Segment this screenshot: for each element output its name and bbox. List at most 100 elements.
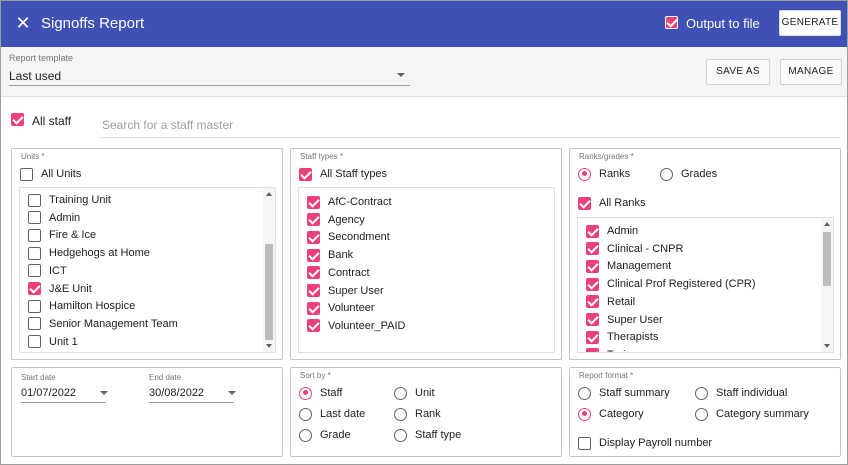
list-item-checkbox[interactable] [586, 224, 599, 238]
list-item[interactable]: Super User [307, 283, 384, 299]
sort-radio[interactable] [299, 428, 312, 442]
list-item-checkbox[interactable] [28, 299, 41, 313]
template-select[interactable]: Last used [9, 69, 61, 83]
list-item-checkbox[interactable] [28, 193, 41, 207]
sort-radio[interactable] [299, 386, 312, 400]
start-date-input[interactable]: 01/07/2022 [21, 387, 76, 399]
grades-radio-row[interactable]: Grades [660, 166, 717, 182]
sort-radio[interactable] [394, 428, 407, 442]
all-units-checkbox[interactable] [20, 167, 33, 181]
list-item-checkbox[interactable] [586, 242, 599, 256]
list-item[interactable]: Volunteer_PAID [307, 318, 405, 334]
end-date-caret-icon[interactable] [228, 391, 236, 395]
list-item-checkbox[interactable] [586, 313, 599, 326]
scroll-up-icon[interactable] [824, 222, 830, 226]
format-radio[interactable] [578, 386, 591, 400]
format-radio[interactable] [578, 407, 591, 421]
list-item[interactable]: Senior Management Team [28, 316, 178, 332]
list-item-checkbox[interactable] [586, 259, 599, 273]
all-staff-checkbox[interactable] [11, 113, 24, 127]
list-item-checkbox[interactable] [28, 335, 41, 349]
list-item[interactable]: Unit 1 [28, 334, 78, 350]
sort-radio[interactable] [394, 407, 407, 421]
units-scrollbar[interactable] [263, 188, 275, 352]
format-option[interactable]: Staff individual [695, 385, 787, 401]
list-item[interactable]: Trainees [586, 347, 649, 352]
sort-option[interactable]: Last date [299, 406, 365, 422]
all-staff-types-row[interactable]: All Staff types [299, 166, 387, 182]
format-radio[interactable] [695, 407, 708, 421]
manage-button[interactable]: MANAGE [780, 59, 842, 85]
format-radio[interactable] [695, 386, 708, 400]
list-item[interactable]: Fire & Ice [28, 227, 96, 243]
list-item-checkbox[interactable] [307, 301, 320, 315]
start-date-caret-icon[interactable] [100, 391, 108, 395]
list-item-checkbox[interactable] [28, 282, 41, 295]
units-list[interactable]: Training Unit Admin Fire & Ice Hedgehogs at… [19, 187, 276, 353]
list-item-checkbox[interactable] [28, 264, 41, 278]
list-item-checkbox[interactable] [586, 348, 599, 352]
list-item[interactable]: Training Unit [28, 192, 111, 208]
all-ranks-row[interactable]: All Ranks [578, 195, 645, 211]
list-item-checkbox[interactable] [307, 248, 320, 262]
list-item[interactable]: Therapists [586, 329, 658, 345]
list-item-checkbox[interactable] [28, 246, 41, 260]
sort-option[interactable]: Rank [394, 406, 441, 422]
list-item[interactable]: J&E Unit [28, 281, 92, 297]
list-item-checkbox[interactable] [307, 266, 320, 280]
ranks-list[interactable]: Admin Clinical - CNPR Management Clinical P… [577, 217, 834, 353]
list-item[interactable]: Hamilton Hospice [28, 298, 135, 314]
list-item-checkbox[interactable] [28, 317, 41, 331]
save-as-button[interactable]: SAVE AS [706, 59, 770, 85]
list-item-checkbox[interactable] [307, 319, 320, 333]
sort-radio[interactable] [394, 386, 407, 400]
format-option[interactable]: Category summary [695, 406, 809, 422]
scroll-up-icon[interactable] [266, 192, 272, 196]
format-option[interactable]: Staff summary [578, 385, 670, 401]
list-item[interactable]: Management [586, 258, 671, 274]
ranks-radio[interactable] [578, 167, 591, 181]
ranks-radio-row[interactable]: Ranks [578, 166, 630, 182]
all-ranks-checkbox[interactable] [578, 196, 591, 210]
staff-master-search-input[interactable] [100, 110, 840, 138]
list-item[interactable]: Agency [307, 212, 365, 228]
scroll-thumb[interactable] [265, 244, 273, 340]
list-item[interactable]: Hedgehogs at Home [28, 245, 150, 261]
ranks-scrollbar[interactable] [821, 218, 833, 352]
list-item-checkbox[interactable] [28, 211, 41, 225]
sort-option[interactable]: Staff [299, 385, 342, 401]
list-item[interactable]: Volunteer [307, 300, 374, 316]
list-item-checkbox[interactable] [307, 230, 320, 244]
all-units-row[interactable]: All Units [20, 166, 81, 182]
list-item[interactable]: Clinical Prof Registered (CPR) [586, 276, 756, 292]
staff-types-list[interactable]: AfC-Contract Agency Secondment Bank Contract… [298, 187, 555, 353]
list-item-checkbox[interactable] [586, 295, 599, 309]
format-option[interactable]: Category [578, 406, 644, 422]
list-item[interactable]: Clinical - CNPR [586, 241, 683, 257]
payroll-checkbox[interactable] [578, 436, 591, 450]
sort-radio[interactable] [299, 407, 312, 421]
sort-option[interactable]: Unit [394, 385, 435, 401]
end-date-input[interactable]: 30/08/2022 [149, 387, 204, 399]
close-icon[interactable]: ✕ [13, 13, 33, 33]
dropdown-caret-icon[interactable] [397, 73, 405, 77]
list-item-checkbox[interactable] [586, 330, 599, 344]
payroll-row[interactable]: Display Payroll number [578, 435, 712, 451]
scroll-down-icon[interactable] [824, 344, 830, 348]
scroll-thumb[interactable] [823, 232, 831, 286]
list-item[interactable]: Admin [586, 223, 638, 239]
sort-option[interactable]: Grade [299, 427, 351, 443]
all-staff-types-checkbox[interactable] [299, 167, 312, 181]
generate-button[interactable]: GENERATE [779, 10, 841, 36]
sort-option[interactable]: Staff type [394, 427, 461, 443]
list-item[interactable]: Contract [307, 265, 370, 281]
list-item[interactable]: Bank [307, 247, 353, 263]
list-item[interactable]: AfC-Contract [307, 194, 392, 210]
list-item-checkbox[interactable] [307, 195, 320, 209]
grades-radio[interactable] [660, 167, 673, 181]
list-item[interactable]: Retail [586, 294, 635, 310]
list-item[interactable]: Secondment [307, 229, 390, 245]
list-item[interactable]: ICT [28, 263, 67, 279]
list-item[interactable]: Super User [586, 312, 663, 328]
output-to-file-checkbox[interactable] [665, 16, 678, 30]
